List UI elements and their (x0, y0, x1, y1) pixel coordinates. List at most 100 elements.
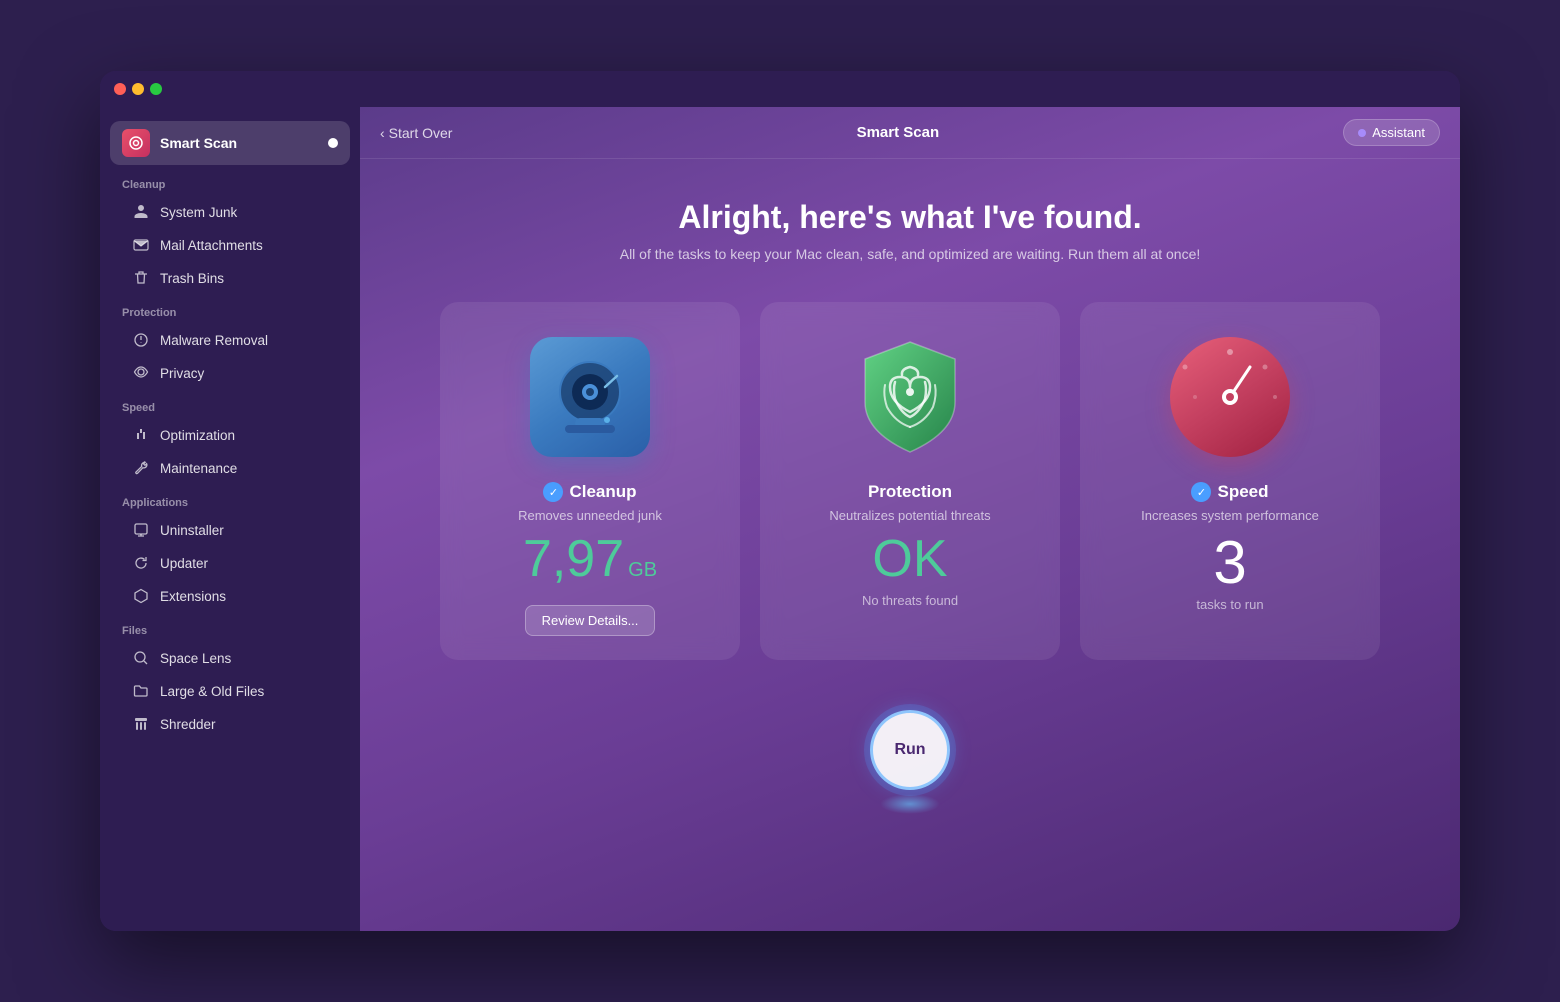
protection-card-title: Protection (868, 482, 952, 502)
shield-icon (855, 337, 965, 457)
speed-badge-row: ✓ Speed (1191, 482, 1268, 502)
cleanup-subtitle: Removes unneeded junk (518, 508, 662, 523)
speed-check-badge: ✓ (1191, 482, 1211, 502)
main-subheadline: All of the tasks to keep your Mac clean,… (620, 246, 1201, 262)
sidebar-section-speed: Speed Optimization Maintena (100, 390, 360, 484)
toggle-dot (328, 138, 338, 148)
assistant-dot-icon (1358, 129, 1366, 137)
section-label-speed: Speed (100, 390, 360, 418)
sidebar-item-space-lens[interactable]: Space Lens (110, 642, 350, 674)
system-junk-label: System Junk (160, 205, 237, 220)
malware-icon (132, 331, 150, 349)
uninstaller-label: Uninstaller (160, 523, 224, 538)
cleanup-card: ✓ Cleanup Removes unneeded junk 7,97 GB … (440, 302, 740, 660)
system-junk-icon (132, 203, 150, 221)
close-button[interactable] (114, 83, 126, 95)
speed-card: ✓ Speed Increases system performance 3 t… (1080, 302, 1380, 660)
speed-card-title: Speed (1217, 482, 1268, 502)
title-bar (100, 71, 1460, 107)
uninstaller-icon (132, 521, 150, 539)
sidebar-item-large-old-files[interactable]: Large & Old Files (110, 675, 350, 707)
cleanup-value: 7,97 GB (523, 533, 657, 585)
optimization-icon (132, 426, 150, 444)
smart-scan-label: Smart Scan (160, 135, 318, 151)
sidebar-item-uninstaller[interactable]: Uninstaller (110, 514, 350, 546)
content-header: ‹ Start Over Smart Scan Assistant (360, 107, 1460, 159)
sidebar-item-mail-attachments[interactable]: Mail Attachments (110, 229, 350, 261)
content-body: Alright, here's what I've found. All of … (360, 159, 1460, 931)
fullscreen-button[interactable] (150, 83, 162, 95)
cleanup-icon-area (525, 332, 655, 462)
protection-icon-area (845, 332, 975, 462)
extensions-icon (132, 587, 150, 605)
sidebar-item-trash-bins[interactable]: Trash Bins (110, 262, 350, 294)
malware-removal-label: Malware Removal (160, 333, 268, 348)
gauge-icon (1170, 337, 1290, 457)
mail-icon (132, 236, 150, 254)
sidebar-item-system-junk[interactable]: System Junk (110, 196, 350, 228)
optimization-label: Optimization (160, 428, 235, 443)
run-button-container: Run (870, 710, 950, 814)
large-old-files-label: Large & Old Files (160, 684, 264, 699)
folder-icon (132, 682, 150, 700)
page-title: Smart Scan (857, 124, 940, 141)
section-label-files: Files (100, 613, 360, 641)
sidebar-item-optimization[interactable]: Optimization (110, 419, 350, 451)
updater-icon (132, 554, 150, 572)
mail-attachments-label: Mail Attachments (160, 238, 263, 253)
maintenance-icon (132, 459, 150, 477)
content-area: ‹ Start Over Smart Scan Assistant Alrigh… (360, 107, 1460, 931)
protection-card: Protection Neutralizes potential threats… (760, 302, 1060, 660)
sidebar-section-cleanup: Cleanup System Junk (100, 167, 360, 294)
sidebar-item-extensions[interactable]: Extensions (110, 580, 350, 612)
cleanup-value-unit: GB (628, 559, 657, 582)
privacy-label: Privacy (160, 366, 204, 381)
speed-icon-area (1165, 332, 1295, 462)
section-label-protection: Protection (100, 295, 360, 323)
disk-drive-icon (530, 337, 650, 457)
protection-desc: No threats found (862, 593, 958, 608)
speed-desc: tasks to run (1196, 597, 1263, 612)
sidebar-item-updater[interactable]: Updater (110, 547, 350, 579)
assistant-button[interactable]: Assistant (1343, 119, 1440, 146)
extensions-label: Extensions (160, 589, 226, 604)
run-button-glow (880, 794, 940, 814)
sidebar-item-malware-removal[interactable]: Malware Removal (110, 324, 350, 356)
section-label-applications: Applications (100, 485, 360, 513)
updater-label: Updater (160, 556, 208, 571)
app-window: Smart Scan Cleanup System Junk (100, 71, 1460, 931)
traffic-lights (114, 83, 162, 95)
protection-badge-row: Protection (868, 482, 952, 502)
cleanup-value-number: 7,97 (523, 533, 624, 585)
minimize-button[interactable] (132, 83, 144, 95)
sidebar-item-maintenance[interactable]: Maintenance (110, 452, 350, 484)
main-headline: Alright, here's what I've found. (678, 199, 1141, 236)
sidebar-section-protection: Protection Malware Removal (100, 295, 360, 389)
cleanup-check-badge: ✓ (543, 482, 563, 502)
space-lens-label: Space Lens (160, 651, 231, 666)
run-button[interactable]: Run (870, 710, 950, 790)
section-label-cleanup: Cleanup (100, 167, 360, 195)
cards-row: ✓ Cleanup Removes unneeded junk 7,97 GB … (440, 302, 1380, 660)
main-area: Smart Scan Cleanup System Junk (100, 107, 1460, 931)
chevron-left-icon: ‹ (380, 125, 385, 141)
sidebar-item-smart-scan[interactable]: Smart Scan (110, 121, 350, 165)
back-button[interactable]: ‹ Start Over (380, 125, 452, 141)
back-label: Start Over (389, 125, 453, 141)
sidebar-item-privacy[interactable]: Privacy (110, 357, 350, 389)
shredder-icon (132, 715, 150, 733)
trash-bins-label: Trash Bins (160, 271, 224, 286)
shredder-label: Shredder (160, 717, 216, 732)
review-details-button[interactable]: Review Details... (525, 605, 656, 636)
trash-icon (132, 269, 150, 287)
assistant-label: Assistant (1372, 125, 1425, 140)
sidebar-item-shredder[interactable]: Shredder (110, 708, 350, 740)
protection-subtitle: Neutralizes potential threats (829, 508, 990, 523)
sidebar-section-files: Files Space Lens (100, 613, 360, 740)
space-lens-icon (132, 649, 150, 667)
sidebar-section-applications: Applications Uninstaller (100, 485, 360, 612)
smart-scan-icon (122, 129, 150, 157)
speed-subtitle: Increases system performance (1141, 508, 1319, 523)
cleanup-badge-row: ✓ Cleanup (543, 482, 636, 502)
sidebar: Smart Scan Cleanup System Junk (100, 107, 360, 931)
